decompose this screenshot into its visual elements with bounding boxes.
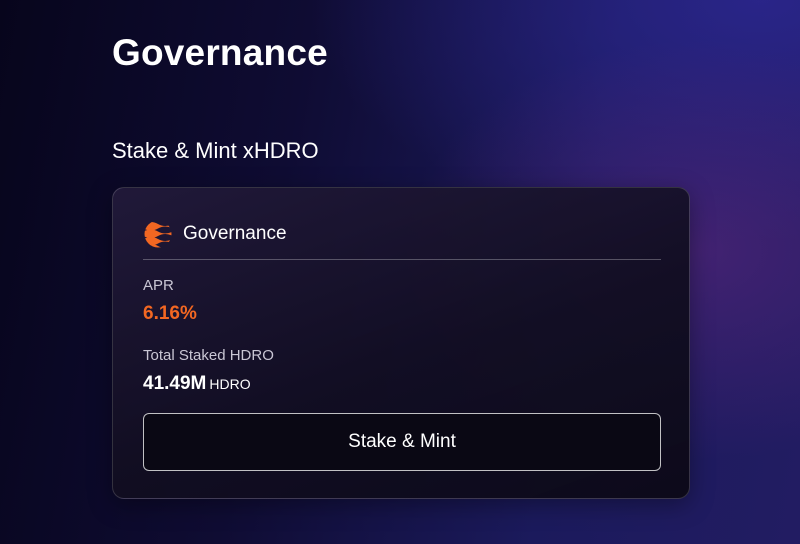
divider xyxy=(143,259,661,260)
card-header: Governance xyxy=(143,218,287,250)
page-title: Governance xyxy=(112,32,328,73)
governance-card: Governance APR 6.16% Total Staked HDRO 4… xyxy=(112,187,690,499)
stake-and-mint-button[interactable]: Stake & Mint xyxy=(143,413,661,471)
total-staked-amount: 41.49M xyxy=(143,373,207,394)
section-title: Stake & Mint xHDRO xyxy=(112,138,319,163)
hydro-logo-icon xyxy=(143,219,173,249)
total-staked-value: 41.49M HDRO xyxy=(143,372,251,397)
apr-label: APR xyxy=(143,277,174,294)
apr-value: 6.16% xyxy=(143,303,197,324)
total-staked-unit: HDRO xyxy=(209,376,251,392)
total-staked-label: Total Staked HDRO xyxy=(143,347,274,364)
card-title: Governance xyxy=(183,223,287,244)
